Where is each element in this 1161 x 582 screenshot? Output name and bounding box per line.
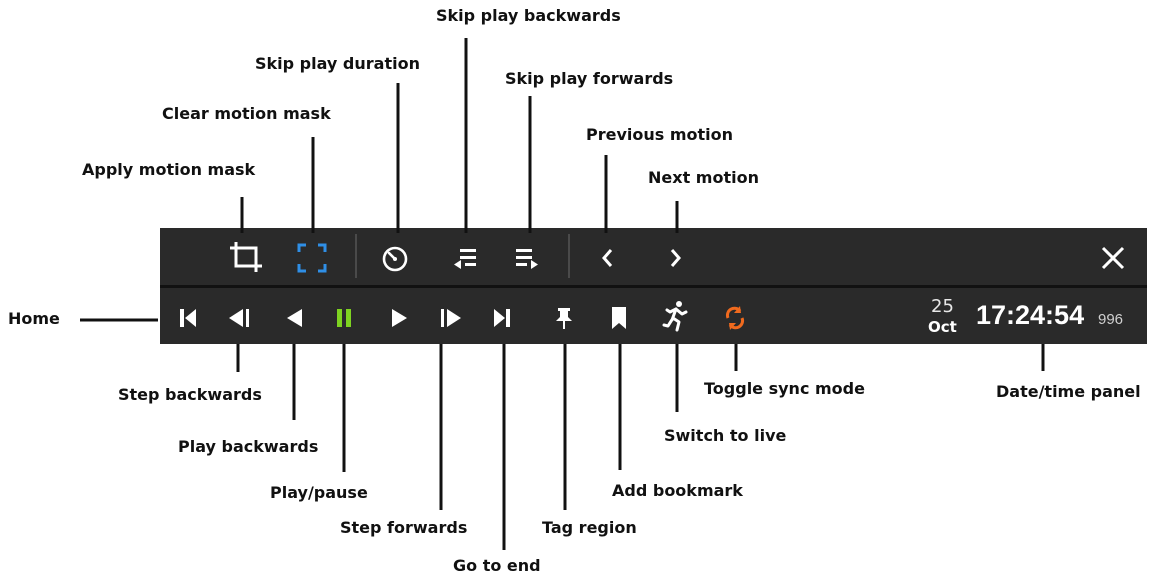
label-apply-motion-mask: Apply motion mask	[82, 160, 256, 179]
label-skip-play-forwards: Skip play forwards	[505, 69, 674, 88]
label-clear-motion-mask: Clear motion mask	[162, 104, 331, 123]
label-step-backwards: Step backwards	[118, 385, 262, 404]
label-switch-to-live: Switch to live	[664, 426, 787, 445]
label-next-motion: Next motion	[648, 168, 759, 187]
label-play-backwards: Play backwards	[178, 437, 319, 456]
label-date-time-panel: Date/time panel	[996, 382, 1141, 401]
label-toggle-sync-mode: Toggle sync mode	[704, 379, 865, 398]
label-home: Home	[8, 309, 60, 328]
label-skip-play-backwards: Skip play backwards	[436, 6, 621, 25]
label-step-forwards: Step forwards	[340, 518, 468, 537]
label-previous-motion: Previous motion	[586, 125, 734, 144]
label-tag-region: Tag region	[542, 518, 637, 537]
label-add-bookmark: Add bookmark	[612, 481, 743, 500]
label-go-to-end: Go to end	[453, 556, 541, 575]
label-skip-play-duration: Skip play duration	[255, 54, 420, 73]
label-play-pause: Play/pause	[270, 483, 368, 502]
